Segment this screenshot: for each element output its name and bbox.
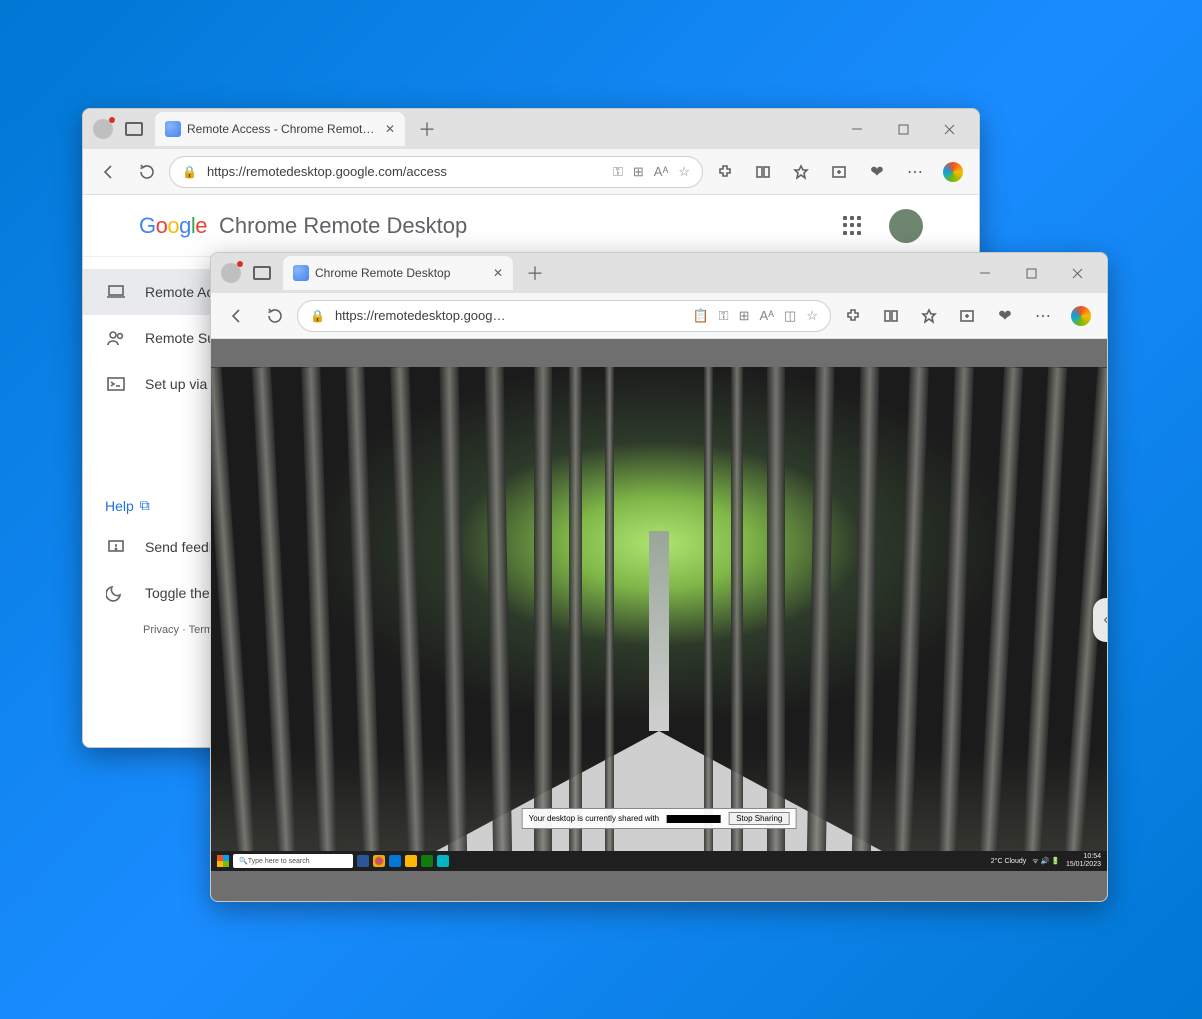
tab-overview-icon[interactable] [125, 122, 143, 136]
weather-widget[interactable]: 2°C Cloudy [991, 858, 1026, 865]
close-tab-icon[interactable]: ✕ [385, 122, 395, 136]
favicon-icon [165, 121, 181, 137]
back-icon[interactable] [221, 300, 253, 332]
refresh-icon[interactable] [131, 156, 163, 188]
split-screen-icon[interactable] [747, 156, 779, 188]
split-screen-icon[interactable] [875, 300, 907, 332]
copilot-icon[interactable] [1065, 300, 1097, 332]
window-controls [963, 258, 1099, 288]
mail-icon[interactable] [437, 855, 449, 867]
extensions-icon[interactable] [837, 300, 869, 332]
more-icon[interactable]: ⋯ [1027, 300, 1059, 332]
clock-date[interactable]: 15/01/2023 [1066, 861, 1101, 868]
favorite-icon[interactable]: ☆ [806, 308, 818, 324]
extensions-icon[interactable] [709, 156, 741, 188]
browser-tab[interactable]: Chrome Remote Desktop ✕ [283, 256, 513, 290]
remote-desktop-view[interactable]: /* placeholder to keep structure minimal… [211, 339, 1107, 901]
collections-icon[interactable] [823, 156, 855, 188]
tab-title: Remote Access - Chrome Remote… [187, 122, 379, 136]
password-icon[interactable]: ⚿ [613, 164, 623, 180]
redacted-user [667, 815, 721, 823]
close-window-button[interactable] [927, 114, 971, 144]
sharing-notification: Your desktop is currently shared with St… [522, 808, 797, 829]
maximize-button[interactable] [1009, 258, 1053, 288]
close-tab-icon[interactable]: ✕ [493, 266, 503, 280]
google-logo: Google [139, 213, 207, 239]
share-message: Your desktop is currently shared with [529, 814, 659, 823]
explorer-icon[interactable] [405, 855, 417, 867]
omnibox-actions: ⚿ ⊞ Aᴬ ☆ [613, 164, 690, 180]
remote-wallpaper: /* placeholder to keep structure minimal… [211, 367, 1107, 871]
remote-screen[interactable]: /* placeholder to keep structure minimal… [211, 367, 1107, 871]
favicon-icon [293, 265, 309, 281]
chrome-icon[interactable] [373, 855, 385, 867]
new-tab-button[interactable]: ＋ [415, 117, 439, 141]
minimize-button[interactable] [835, 114, 879, 144]
window-controls [835, 114, 971, 144]
remote-taskbar[interactable]: 🔍 Type here to search 2°C Cloudy ᯤ 🔊 🔋 1… [211, 851, 1107, 871]
start-button[interactable] [217, 855, 229, 867]
address-bar[interactable]: 🔒 https://remotedesktop.google.com/acces… [169, 156, 703, 188]
lock-icon: 🔒 [182, 165, 197, 179]
app-title: Chrome Remote Desktop [219, 213, 467, 239]
maximize-button[interactable] [881, 114, 925, 144]
profile-avatar-icon[interactable] [221, 263, 241, 283]
tray-icons[interactable]: ᯤ 🔊 🔋 [1032, 857, 1060, 866]
close-window-button[interactable] [1055, 258, 1099, 288]
edge-icon[interactable] [389, 855, 401, 867]
privacy-link[interactable]: Privacy [143, 624, 179, 636]
more-icon[interactable]: ⋯ [899, 156, 931, 188]
addon-icon[interactable]: ⊞ [739, 308, 750, 324]
url-text: https://remotedesktop.google.com/access [207, 164, 447, 179]
tab-overview-icon[interactable] [253, 266, 271, 280]
favorite-icon[interactable]: ☆ [678, 164, 690, 180]
translate-icon[interactable]: ◫ [784, 308, 796, 324]
external-link-icon: ⧉ [140, 497, 150, 514]
google-apps-icon[interactable] [843, 216, 863, 236]
pinned-app-icon[interactable] [357, 855, 369, 867]
help-label: Help [105, 498, 134, 514]
read-aloud-icon[interactable]: Aᴬ [759, 308, 774, 324]
tab-strip: Remote Access - Chrome Remote… ✕ ＋ [83, 109, 979, 149]
people-icon [105, 327, 127, 349]
laptop-icon [105, 281, 127, 303]
moon-icon [105, 582, 127, 604]
tab-title: Chrome Remote Desktop [315, 266, 487, 280]
performance-icon[interactable]: ❤︎ [861, 156, 893, 188]
url-text: https://remotedesktop.goog… [335, 308, 506, 323]
browser-tab[interactable]: Remote Access - Chrome Remote… ✕ [155, 112, 405, 146]
browser-window-front: Chrome Remote Desktop ✕ ＋ 🔒 https://remo… [210, 252, 1108, 902]
performance-icon[interactable]: ❤︎ [989, 300, 1021, 332]
addon-icon[interactable]: ⊞ [633, 164, 644, 180]
back-icon[interactable] [93, 156, 125, 188]
account-avatar[interactable] [889, 209, 923, 243]
system-tray[interactable]: 2°C Cloudy ᯤ 🔊 🔋 10:54 15/01/2023 [991, 853, 1101, 869]
favorites-icon[interactable] [785, 156, 817, 188]
terminal-icon [105, 373, 127, 395]
app-header: Google Chrome Remote Desktop [83, 195, 979, 257]
password-icon[interactable]: ⚿ [719, 308, 729, 324]
favorites-icon[interactable] [913, 300, 945, 332]
clock-time[interactable]: 10:54 [1083, 853, 1101, 860]
store-icon[interactable] [421, 855, 433, 867]
taskbar-search[interactable]: 🔍 Type here to search [233, 854, 353, 868]
tab-strip: Chrome Remote Desktop ✕ ＋ [211, 253, 1107, 293]
new-tab-button[interactable]: ＋ [523, 261, 547, 285]
minimize-button[interactable] [963, 258, 1007, 288]
omnibox-actions: 📋 ⚿ ⊞ Aᴬ ◫ ☆ [692, 308, 818, 324]
copilot-icon[interactable] [937, 156, 969, 188]
collections-icon[interactable] [951, 300, 983, 332]
feedback-icon [105, 536, 127, 558]
address-bar[interactable]: 🔒 https://remotedesktop.goog… 📋 ⚿ ⊞ Aᴬ ◫… [297, 300, 831, 332]
profile-avatar-icon[interactable] [93, 119, 113, 139]
lock-icon: 🔒 [310, 309, 325, 323]
read-aloud-icon[interactable]: Aᴬ [654, 164, 669, 180]
options-panel-handle[interactable]: ‹ [1093, 598, 1107, 642]
clipboard-icon[interactable]: 📋 [692, 308, 708, 324]
refresh-icon[interactable] [259, 300, 291, 332]
browser-toolbar: 🔒 https://remotedesktop.goog… 📋 ⚿ ⊞ Aᴬ ◫… [211, 293, 1107, 339]
stop-sharing-button[interactable]: Stop Sharing [729, 812, 789, 825]
browser-toolbar: 🔒 https://remotedesktop.google.com/acces… [83, 149, 979, 195]
